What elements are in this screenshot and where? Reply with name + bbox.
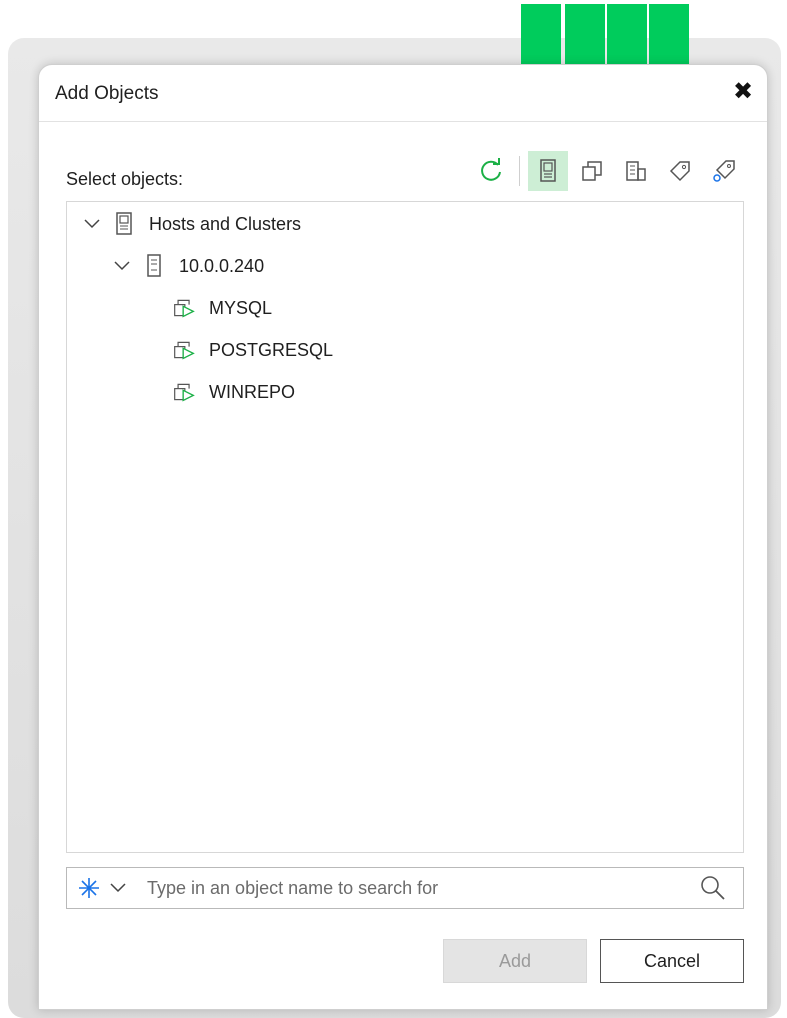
search-input[interactable]: [145, 876, 699, 900]
tree-node-label: 10.0.0.240: [179, 255, 265, 276]
close-button[interactable]: ✖: [731, 79, 755, 103]
search-icon[interactable]: [699, 874, 727, 902]
cancel-button[interactable]: Cancel: [600, 939, 744, 983]
tree-node-vm[interactable]: MYSQL: [173, 296, 272, 320]
chevron-down-icon[interactable]: [113, 257, 131, 275]
toolbar-divider: [519, 156, 520, 186]
tree-node-label: MYSQL: [209, 297, 273, 318]
object-tree: Hosts and Clusters 10.0.0.240 MYSQL POST…: [66, 201, 744, 853]
search-bar: [66, 867, 744, 909]
add-objects-dialog: Add Objects ✖ Select objects: Hosts and …: [38, 64, 768, 1010]
vm-icon: [173, 296, 195, 320]
tree-node-hosts-and-clusters[interactable]: Hosts and Clusters: [83, 212, 301, 236]
tree-node-vm[interactable]: POSTGRESQL: [173, 338, 333, 362]
hosts-and-clusters-icon: [540, 159, 556, 182]
tree-node-vm[interactable]: WINREPO: [173, 380, 295, 404]
chevron-down-icon[interactable]: [109, 879, 127, 897]
view-toolbar: [471, 151, 748, 191]
datastores-icon: [626, 161, 646, 181]
chevron-down-icon[interactable]: [83, 215, 101, 233]
tag-categories-view-button[interactable]: [704, 151, 744, 191]
tree-node-host[interactable]: 10.0.0.240: [113, 254, 264, 278]
server-icon: [143, 254, 165, 278]
server-stack-icon: [113, 212, 135, 236]
dialog-title: Add Objects: [55, 83, 159, 104]
tree-node-label: WINREPO: [209, 381, 296, 402]
add-button[interactable]: Add: [443, 939, 587, 983]
vms-and-templates-view-button[interactable]: [572, 151, 612, 191]
vm-icon: [173, 338, 195, 362]
hosts-and-clusters-view-button[interactable]: [528, 151, 568, 191]
datastores-view-button[interactable]: [616, 151, 656, 191]
asterisk-filter-icon[interactable]: [77, 876, 101, 900]
refresh-icon: [481, 158, 501, 181]
tags-view-button[interactable]: [660, 151, 700, 191]
vm-icon: [173, 380, 195, 404]
select-objects-label: Select objects:: [66, 169, 184, 189]
tree-node-label: Hosts and Clusters: [149, 213, 302, 234]
tag-category-icon: [713, 160, 735, 182]
title-divider: [39, 121, 767, 122]
tag-icon: [669, 161, 690, 182]
refresh-button[interactable]: [471, 151, 511, 191]
tree-node-label: POSTGRESQL: [209, 339, 334, 360]
vms-and-templates-icon: [582, 161, 602, 181]
